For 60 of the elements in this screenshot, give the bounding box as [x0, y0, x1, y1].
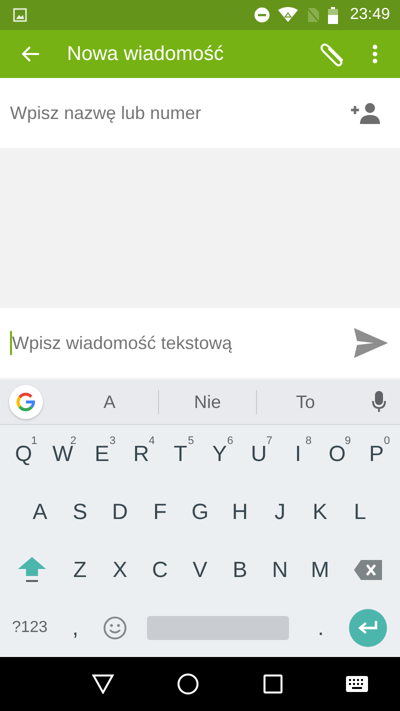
- message-field[interactable]: Wpisz wiadomość tekstową: [12, 332, 344, 354]
- text-cursor: [10, 331, 12, 355]
- smiley-icon[interactable]: [102, 616, 127, 640]
- key[interactable]: K: [300, 493, 340, 531]
- key[interactable]: U$^{7}$: [239, 435, 278, 473]
- key[interactable]: D: [100, 493, 140, 531]
- key[interactable]: L: [340, 493, 380, 531]
- key[interactable]: M: [300, 551, 340, 589]
- backspace-icon[interactable]: [354, 560, 382, 580]
- key[interactable]: ,: [55, 609, 96, 647]
- shift-key-icon[interactable]: [18, 557, 46, 583]
- key[interactable]: G: [180, 493, 220, 531]
- key[interactable]: F: [140, 493, 180, 531]
- recents-icon[interactable]: [262, 674, 283, 694]
- recipient-bar[interactable]: Wpisz nazwę lub numer: [0, 78, 400, 148]
- send-icon[interactable]: [354, 328, 388, 358]
- key[interactable]: .: [300, 609, 341, 647]
- enter-icon: [358, 621, 378, 635]
- key[interactable]: T$^{5}$: [160, 435, 200, 473]
- key[interactable]: Q$^{1}$: [4, 435, 44, 473]
- add-contact-icon[interactable]: [350, 102, 382, 124]
- key[interactable]: E$^{3}$: [82, 435, 122, 473]
- symbols-key[interactable]: ?123: [4, 613, 56, 643]
- microphone-icon[interactable]: [372, 391, 386, 413]
- google-button[interactable]: [9, 385, 43, 419]
- screen-title: Nowa wiadomość: [67, 42, 225, 66]
- keyboard-icon[interactable]: [346, 676, 368, 692]
- enter-key[interactable]: [349, 609, 388, 647]
- key[interactable]: V: [180, 551, 220, 589]
- key[interactable]: Y$^{6}$: [200, 435, 240, 473]
- key[interactable]: S: [60, 493, 100, 531]
- clock: 23:49: [350, 6, 390, 24]
- key[interactable]: X: [100, 551, 140, 589]
- key[interactable]: N: [260, 551, 300, 589]
- do-not-disturb-icon: [254, 7, 270, 23]
- home-icon[interactable]: [177, 673, 200, 695]
- key[interactable]: C: [140, 551, 180, 589]
- back-arrow-icon[interactable]: [22, 46, 40, 62]
- suggestion[interactable]: To: [257, 388, 354, 416]
- g-logo-icon: [15, 391, 37, 413]
- suggestion[interactable]: A: [61, 388, 158, 416]
- key[interactable]: P$^{0}$: [356, 435, 396, 473]
- key[interactable]: H: [220, 493, 260, 531]
- no-sim-icon: [306, 7, 320, 23]
- wifi-icon: [278, 7, 298, 23]
- back-icon[interactable]: [92, 674, 114, 694]
- key[interactable]: A: [20, 493, 60, 531]
- key[interactable]: Z: [60, 551, 100, 589]
- compose-bar[interactable]: Wpisz wiadomość tekstową: [0, 308, 400, 378]
- recipient-field[interactable]: Wpisz nazwę lub numer: [10, 102, 350, 124]
- key[interactable]: O$^{9}$: [318, 435, 357, 473]
- suggestion[interactable]: Nie: [159, 388, 256, 416]
- key[interactable]: W$^{2}$: [43, 435, 82, 473]
- more-options-icon[interactable]: [372, 44, 378, 64]
- battery-icon: [328, 6, 338, 24]
- key[interactable]: B: [220, 551, 260, 589]
- image-icon: [13, 8, 27, 22]
- key[interactable]: I $^{8}$: [278, 435, 318, 473]
- key[interactable]: J: [260, 493, 300, 531]
- key[interactable]: R$^{4}$: [122, 435, 161, 473]
